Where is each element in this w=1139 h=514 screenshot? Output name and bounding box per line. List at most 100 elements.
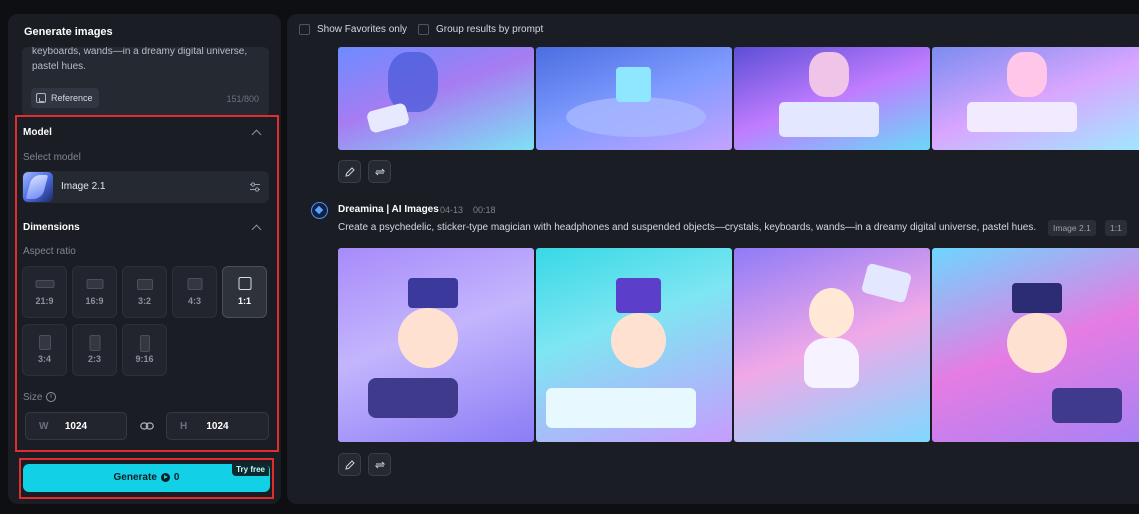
ratio-shape — [136, 279, 153, 290]
ratio-shape — [187, 278, 202, 290]
result-image[interactable] — [932, 47, 1139, 150]
size-label: Size — [23, 392, 43, 403]
result-image[interactable] — [338, 248, 534, 442]
result-date: 04-13 — [440, 205, 464, 215]
show-favorites-label: Show Favorites only — [317, 24, 408, 35]
ratio-shape — [86, 279, 103, 289]
result-image[interactable] — [734, 248, 930, 442]
show-favorites-toggle[interactable]: Show Favorites only — [299, 24, 407, 35]
ratio-tag: 1:1 — [1105, 220, 1127, 236]
result-image[interactable] — [932, 248, 1139, 442]
prompt-text: keyboards, wands—in a dreamy digital uni… — [32, 47, 248, 72]
ratio-shape — [38, 335, 51, 350]
edit-icon — [345, 460, 355, 470]
ratio-label: 16:9 — [85, 296, 104, 306]
ratio-label: 3:2 — [137, 296, 151, 306]
ratio-label: 4:3 — [187, 296, 201, 306]
aspect-ratio-21-9[interactable]: 21:9 — [22, 266, 67, 318]
ratio-label: 1:1 — [237, 296, 251, 306]
image-keyboard — [1052, 388, 1122, 423]
image-face — [398, 308, 458, 368]
image-face — [1007, 313, 1067, 373]
generate-panel: Generate images keyboards, wands—in a dr… — [8, 14, 281, 504]
dimensions-section-title: Dimensions — [23, 222, 80, 233]
edit-button[interactable] — [338, 160, 361, 183]
height-input[interactable]: H 1024 — [166, 412, 269, 440]
generate-button[interactable]: Generate 0 Try free — [23, 463, 270, 492]
regenerate-button[interactable] — [368, 160, 391, 183]
aspect-ratio-2-3[interactable]: 2:3 — [72, 324, 117, 376]
regenerate-icon — [374, 168, 386, 176]
result-image[interactable] — [536, 248, 732, 442]
aspect-ratio-16-9[interactable]: 16:9 — [72, 266, 117, 318]
image-desk — [566, 97, 706, 137]
prompt-input[interactable]: keyboards, wands—in a dreamy digital uni… — [22, 47, 269, 117]
image-hat — [1012, 283, 1062, 313]
settings-sliders-icon[interactable] — [249, 181, 261, 193]
select-model-label: Select model — [23, 152, 81, 163]
model-section-title: Model — [23, 127, 52, 138]
checkbox[interactable] — [299, 24, 310, 35]
image-keyboard — [967, 102, 1077, 132]
model-selector[interactable]: Image 2.1 — [22, 171, 269, 203]
image-keyboard — [546, 388, 696, 428]
ratio-shape — [89, 335, 100, 351]
checkbox[interactable] — [418, 24, 429, 35]
try-free-badge: Try free — [232, 463, 269, 476]
ratio-shape — [238, 277, 251, 290]
height-value: 1024 — [206, 421, 229, 432]
ratio-shape — [139, 335, 150, 352]
aspect-ratio-label: Aspect ratio — [23, 246, 76, 257]
aspect-ratio-1-1[interactable]: 1:1 — [222, 266, 267, 318]
regenerate-icon — [374, 461, 386, 469]
aspect-ratio-3-2[interactable]: 3:2 — [122, 266, 167, 318]
generate-label: Generate — [113, 472, 157, 483]
result-time: 00:18 — [473, 205, 496, 215]
group-by-prompt-label: Group results by prompt — [436, 24, 544, 35]
image-keyboard — [779, 102, 879, 137]
image-face — [809, 288, 854, 338]
result-image[interactable] — [734, 47, 930, 150]
model-name: Image 2.1 — [61, 181, 106, 192]
width-value: 1024 — [64, 421, 88, 432]
result-author: Dreamina | AI Images — [338, 204, 439, 215]
result-prompt: Create a psychedelic, sticker-type magic… — [338, 222, 1037, 233]
ratio-label: 21:9 — [35, 296, 54, 306]
info-icon[interactable]: i — [46, 392, 56, 402]
image-dress — [804, 338, 859, 388]
aspect-ratio-grid: 21:9 16:9 3:2 4:3 1:1 3:4 2:3 9:16 — [22, 266, 272, 381]
image-keyboard — [860, 262, 913, 304]
model-tag: Image 2.1 — [1048, 220, 1096, 236]
image-figure — [388, 52, 438, 112]
image-face — [611, 313, 666, 368]
ratio-label: 9:16 — [135, 354, 154, 364]
image-hat — [616, 278, 661, 313]
aspect-ratio-9-16[interactable]: 9:16 — [122, 324, 167, 376]
image-object — [616, 67, 651, 102]
ratio-label: 3:4 — [37, 354, 51, 364]
image-figure — [809, 52, 849, 97]
image-keyboard — [368, 378, 458, 418]
ratio-label: 2:3 — [87, 354, 101, 364]
results-panel: Show Favorites only Group results by pro… — [287, 14, 1139, 504]
link-icon[interactable] — [140, 421, 154, 431]
ratio-shape — [35, 280, 54, 288]
image-hat — [408, 278, 458, 308]
result-image[interactable] — [338, 47, 534, 150]
aspect-ratio-4-3[interactable]: 4:3 — [172, 266, 217, 318]
model-thumbnail — [23, 172, 53, 202]
image-figure — [1007, 52, 1047, 97]
group-by-prompt-toggle[interactable]: Group results by prompt — [418, 24, 543, 35]
image-sticker — [365, 102, 411, 134]
result-image[interactable] — [536, 47, 732, 150]
reference-button[interactable]: Reference — [31, 88, 99, 108]
aspect-ratio-3-4[interactable]: 3:4 — [22, 324, 67, 376]
width-input[interactable]: W 1024 — [25, 412, 127, 440]
credit-icon — [160, 473, 170, 482]
character-count: 151/800 — [226, 94, 259, 104]
regenerate-button[interactable] — [368, 453, 391, 476]
edit-button[interactable] — [338, 453, 361, 476]
reference-icon — [36, 93, 46, 103]
generate-cost: 0 — [173, 472, 180, 483]
reference-label: Reference — [51, 93, 93, 103]
